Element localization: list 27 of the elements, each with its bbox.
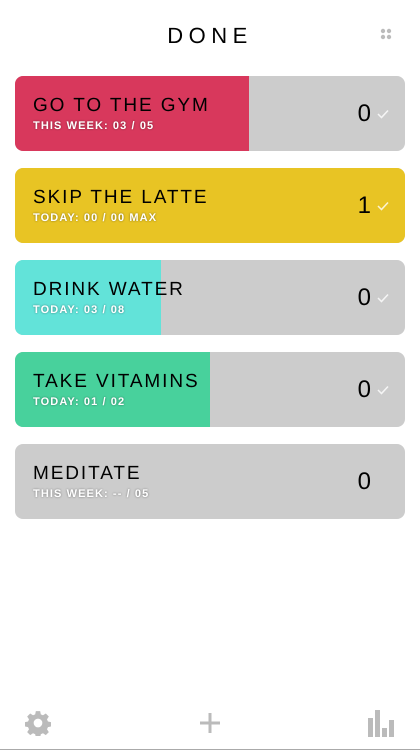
habit-subtitle: THIS WEEK: 03 / 05 [33,118,156,134]
habit-subtitle: TODAY: 03 / 08 [33,302,126,318]
habit-count: 0 [358,282,371,312]
check-icon[interactable] [377,384,389,394]
habit-card[interactable]: DRINK WATER TODAY: 03 / 08 0 [15,260,405,335]
habit-name: GO TO THE GYM [33,94,211,118]
check-icon[interactable] [377,200,389,210]
check-icon[interactable] [377,108,389,118]
habit-count: 0 [358,466,371,496]
habit-name: TAKE VITAMINS [33,370,201,394]
habit-card[interactable]: SKIP THE LATTE TODAY: 00 / 00 MAX 1 [15,168,405,243]
settings-icon[interactable] [25,710,51,736]
habit-name: MEDITATE [33,462,142,486]
check-icon[interactable] [377,292,389,302]
habit-card[interactable]: GO TO THE GYM THIS WEEK: 03 / 05 0 [15,76,405,151]
chart-icon[interactable] [368,710,395,736]
app-title: DONE [167,22,253,50]
habit-name: DRINK WATER [33,278,186,302]
habit-card[interactable]: TAKE VITAMINS TODAY: 01 / 02 0 [15,352,405,427]
habit-subtitle: TODAY: 00 / 00 MAX [33,210,158,226]
add-icon[interactable] [198,712,220,734]
habit-name: SKIP THE LATTE [33,186,210,210]
habit-count: 0 [358,374,371,404]
habit-count: 0 [358,98,371,128]
habit-count: 1 [358,190,371,220]
grid-icon[interactable] [380,28,392,40]
habit-subtitle: TODAY: 01 / 02 [33,394,126,410]
